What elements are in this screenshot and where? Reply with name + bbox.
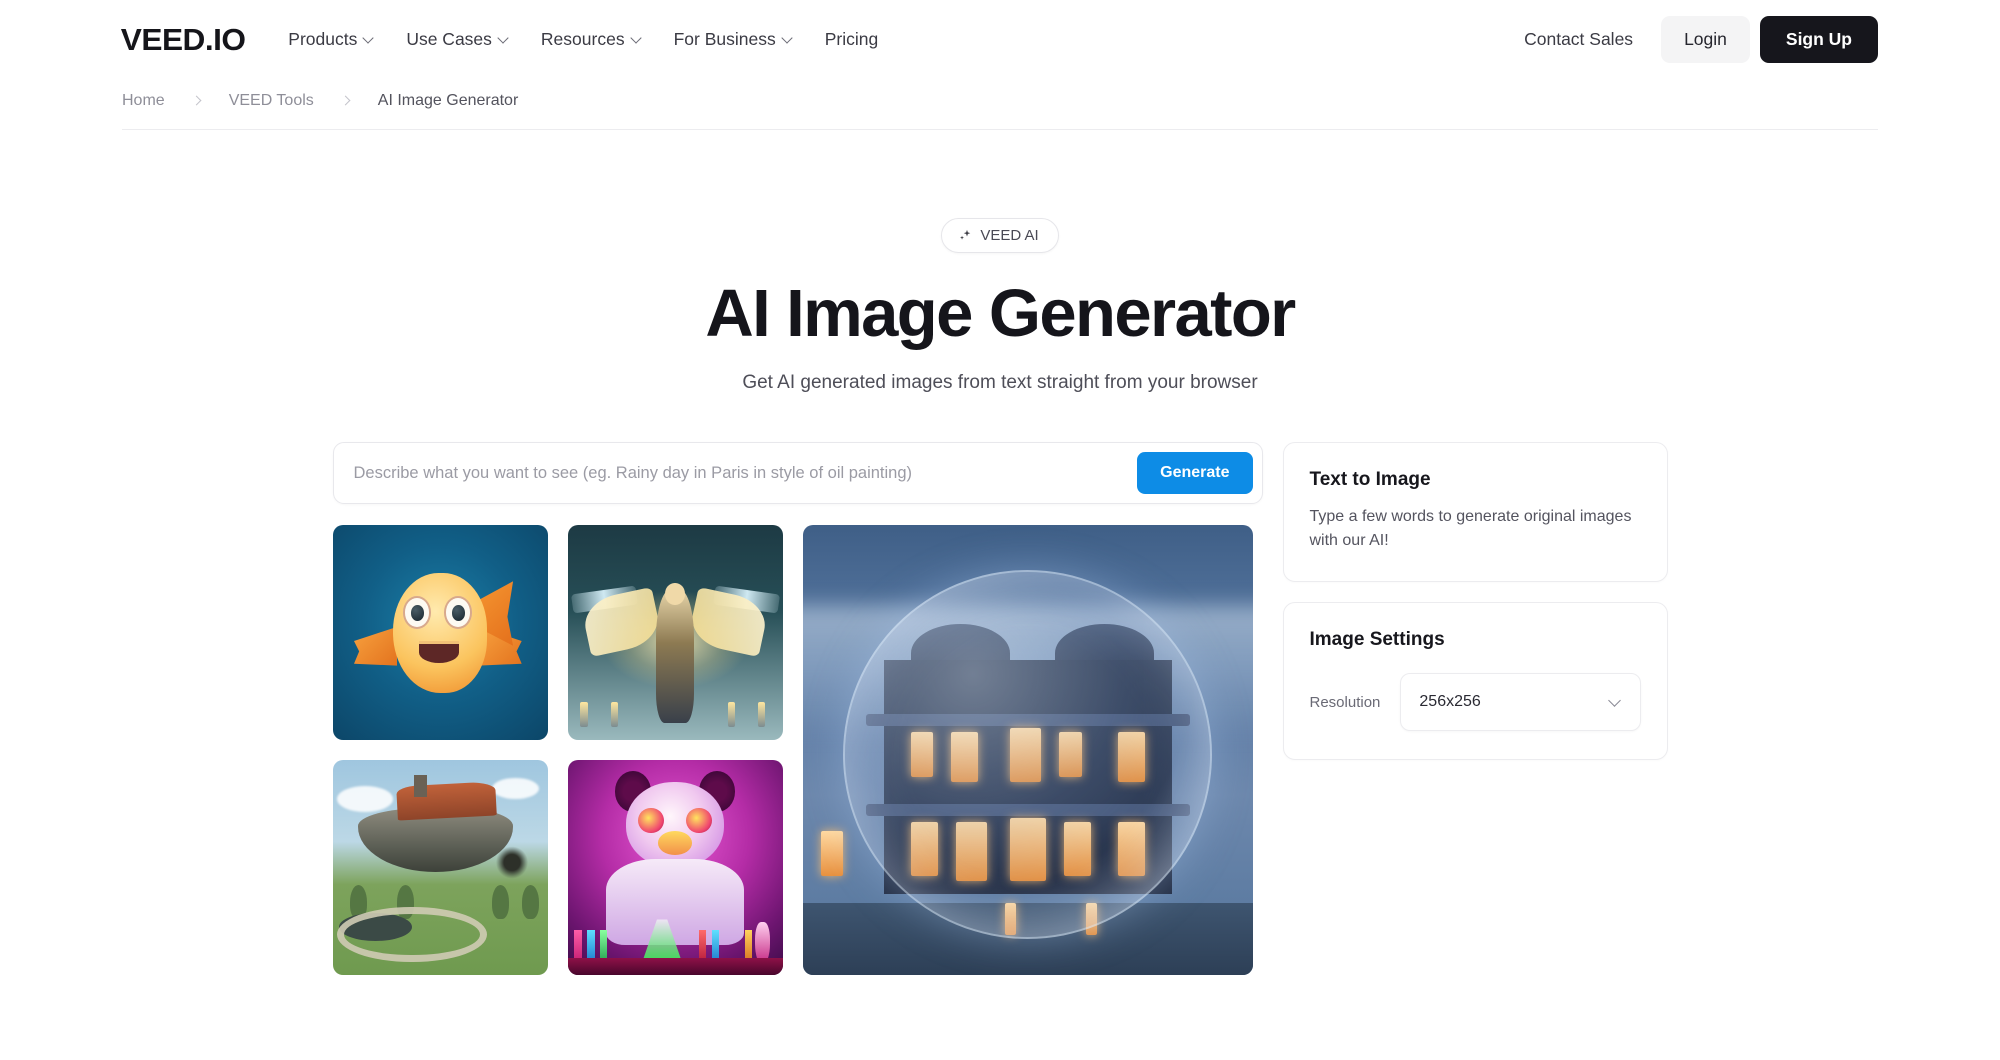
nav-item-pricing[interactable]: Pricing	[825, 29, 879, 50]
page-title: AI Image Generator	[705, 276, 1296, 351]
page-subtitle: Get AI generated images from text straig…	[742, 372, 1258, 394]
chevron-down-icon	[364, 33, 375, 44]
cartoon-fish-image	[332, 525, 548, 741]
prompt-input[interactable]	[353, 463, 1138, 483]
chevron-right-icon	[193, 97, 201, 105]
resolution-label: Resolution	[1309, 693, 1381, 711]
fantasy-warrior-image	[567, 525, 783, 741]
resolution-value: 256x256	[1419, 693, 1481, 711]
thumbnail-cartoon-fish[interactable]	[332, 525, 548, 741]
image-settings-title: Image Settings	[1309, 629, 1445, 651]
breadcrumb-item-veed-tools[interactable]: VEED Tools	[229, 92, 314, 110]
chevron-right-icon	[342, 97, 350, 105]
image-settings-card: Image Settings Resolution 256x256	[1282, 602, 1668, 761]
floating-house-image	[332, 760, 548, 976]
side-panel: Text to Image Type a few words to genera…	[1282, 442, 1668, 975]
generator-column: Generate	[332, 442, 1263, 976]
breadcrumb-item-home[interactable]: Home	[122, 92, 165, 110]
nav-label: Pricing	[824, 28, 879, 49]
chevron-down-icon	[499, 33, 510, 44]
feature-image-bubble-mansion[interactable]	[802, 525, 1253, 976]
bubble-mansion-image	[802, 525, 1253, 976]
header-actions: Contact Sales Login Sign Up	[1524, 15, 1878, 63]
chevron-down-icon	[1610, 696, 1622, 708]
text-to-image-card: Text to Image Type a few words to genera…	[1282, 442, 1668, 583]
text-to-image-title: Text to Image	[1309, 469, 1431, 491]
thumbnail-grid	[332, 525, 783, 976]
main-content: Generate	[0, 394, 2000, 976]
badge-label: VEED AI	[980, 227, 1039, 244]
nav-label: Use Cases	[406, 28, 492, 49]
generate-button[interactable]: Generate	[1137, 452, 1253, 495]
nav-label: Resources	[540, 28, 625, 49]
image-gallery	[332, 525, 1263, 976]
nav-item-resources[interactable]: Resources	[541, 29, 643, 50]
breadcrumb: Home VEED Tools AI Image Generator	[122, 92, 1878, 130]
nav-item-products[interactable]: Products	[288, 29, 375, 50]
prompt-bar: Generate	[332, 442, 1263, 505]
login-button[interactable]: Login	[1661, 15, 1750, 63]
thumbnail-fantasy-warrior[interactable]	[567, 525, 783, 741]
signup-button[interactable]: Sign Up	[1759, 15, 1878, 63]
text-to-image-description: Type a few words to generate original im…	[1309, 508, 1632, 550]
thumbnail-neon-panda-scientist[interactable]	[567, 760, 783, 976]
sparkle-icon	[958, 228, 973, 243]
breadcrumb-section: Home VEED Tools AI Image Generator	[0, 78, 2000, 130]
veed-ai-badge: VEED AI	[941, 218, 1059, 253]
site-header: VEED.IO Products Use Cases Resources For…	[0, 0, 2000, 78]
resolution-select[interactable]: 256x256	[1400, 673, 1641, 732]
contact-sales-link[interactable]: Contact Sales	[1524, 29, 1633, 50]
breadcrumb-item-current: AI Image Generator	[377, 92, 519, 109]
nav-label: Products	[288, 28, 358, 49]
nav-item-for-business[interactable]: For Business	[674, 29, 794, 50]
resolution-row: Resolution 256x256	[1309, 673, 1641, 732]
hero-section: VEED AI AI Image Generator Get AI genera…	[0, 130, 2000, 394]
chevron-down-icon	[632, 33, 643, 44]
veed-logo[interactable]: VEED.IO	[121, 24, 246, 55]
chevron-down-icon	[783, 33, 794, 44]
thumbnail-floating-house[interactable]	[332, 760, 548, 976]
neon-panda-image	[567, 760, 783, 976]
nav-label: For Business	[673, 28, 776, 49]
nav-item-use-cases[interactable]: Use Cases	[406, 29, 510, 50]
main-navigation: Products Use Cases Resources For Busines…	[288, 29, 878, 50]
